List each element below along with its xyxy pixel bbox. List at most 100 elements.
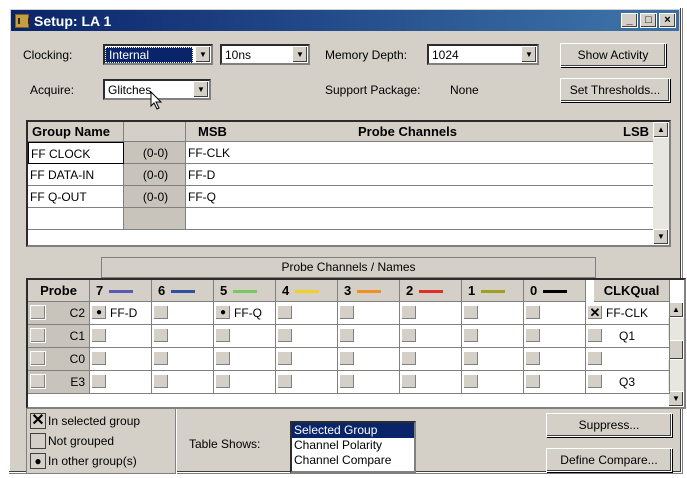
dot-icon[interactable]: ● (215, 305, 231, 320)
channel-cell[interactable] (214, 325, 276, 348)
channel-cell[interactable] (152, 371, 214, 394)
channel-cell[interactable] (276, 325, 338, 348)
group-name-cell[interactable]: FF CLOCK (28, 142, 124, 164)
list-item[interactable]: Channel Compare (292, 453, 414, 468)
group-channels-cell[interactable]: FF-D (186, 164, 655, 186)
channel-checkbox[interactable] (153, 351, 169, 366)
channel-cell[interactable] (214, 348, 276, 371)
channel-cell[interactable] (214, 371, 276, 394)
channel-checkbox[interactable] (401, 374, 417, 389)
channel-cell[interactable] (276, 371, 338, 394)
clkqual-cell[interactable]: Q3 (586, 371, 670, 394)
group-channels-cell[interactable] (186, 208, 655, 230)
chevron-down-icon[interactable]: ▼ (521, 46, 537, 63)
dot-icon[interactable]: ● (91, 305, 107, 320)
channel-cell[interactable] (462, 371, 524, 394)
scroll-thumb[interactable] (668, 340, 684, 360)
channel-checkbox[interactable] (277, 374, 293, 389)
channel-checkbox[interactable] (215, 374, 231, 389)
minimize-button[interactable]: _ (621, 13, 638, 28)
group-channels-cell[interactable]: FF-CLK (186, 142, 655, 164)
probe-checkbox[interactable] (30, 374, 46, 389)
define-compare-button[interactable]: Define Compare... (546, 448, 672, 472)
group-channels-cell[interactable]: FF-Q (186, 186, 655, 208)
chevron-down-icon[interactable]: ▼ (292, 46, 308, 63)
channel-cell[interactable] (276, 302, 338, 325)
channel-checkbox[interactable] (525, 305, 541, 320)
set-thresholds-button[interactable]: Set Thresholds... (560, 78, 670, 102)
channel-checkbox[interactable] (463, 374, 479, 389)
chevron-down-icon[interactable]: ▼ (193, 81, 209, 98)
channel-cell[interactable]: ● FF-D (90, 302, 152, 325)
channel-checkbox[interactable] (525, 374, 541, 389)
channel-checkbox[interactable] (401, 328, 417, 343)
clkqual-checkbox[interactable] (587, 374, 603, 389)
group-table-scrollbar[interactable]: ▲ ▼ (653, 122, 669, 245)
channel-checkbox[interactable] (277, 351, 293, 366)
clocking-select[interactable]: Internal ▼ (103, 44, 213, 65)
clkqual-cell[interactable]: ✕ FF-CLK (586, 302, 670, 325)
channel-checkbox[interactable] (401, 351, 417, 366)
channel-cell[interactable] (462, 302, 524, 325)
channel-checkbox[interactable] (153, 328, 169, 343)
channel-cell[interactable]: ● FF-Q (214, 302, 276, 325)
channel-checkbox[interactable] (215, 328, 231, 343)
channel-cell[interactable] (400, 325, 462, 348)
clkqual-checkbox[interactable] (587, 328, 603, 343)
maximize-button[interactable]: □ (640, 13, 657, 28)
probe-checkbox[interactable] (30, 351, 46, 366)
channel-checkbox[interactable] (339, 305, 355, 320)
clkqual-cell[interactable]: Q1 (586, 325, 670, 348)
channel-checkbox[interactable] (153, 305, 169, 320)
channel-cell[interactable] (524, 348, 586, 371)
channel-checkbox[interactable] (91, 374, 107, 389)
period-select[interactable]: 10ns ▼ (220, 44, 310, 65)
scroll-up-icon[interactable]: ▲ (668, 302, 684, 318)
channel-checkbox[interactable] (91, 328, 107, 343)
probe-checkbox[interactable] (30, 305, 46, 320)
chevron-down-icon[interactable]: ▼ (195, 46, 211, 63)
channel-checkbox[interactable] (153, 374, 169, 389)
memory-depth-select[interactable]: 1024 ▼ (427, 44, 539, 65)
channel-cell[interactable] (524, 325, 586, 348)
channel-cell[interactable] (462, 348, 524, 371)
channel-cell[interactable] (462, 325, 524, 348)
clkqual-checkbox[interactable] (587, 351, 603, 366)
channel-cell[interactable] (152, 302, 214, 325)
clkqual-cell[interactable] (586, 348, 670, 371)
channel-cell[interactable] (90, 348, 152, 371)
channel-cell[interactable] (338, 348, 400, 371)
channel-cell[interactable] (400, 302, 462, 325)
group-name-cell[interactable] (28, 208, 124, 230)
table-shows-list[interactable]: Selected Group Channel Polarity Channel … (290, 421, 416, 473)
group-name-cell[interactable]: FF Q-OUT (28, 186, 124, 208)
channel-cell[interactable] (152, 325, 214, 348)
channel-checkbox[interactable] (401, 305, 417, 320)
title-bar[interactable]: Setup: LA 1 _ □ × (11, 10, 679, 31)
scroll-up-icon[interactable]: ▲ (653, 122, 669, 138)
channel-cell[interactable] (276, 348, 338, 371)
channel-checkbox[interactable] (525, 351, 541, 366)
channel-checkbox[interactable] (463, 351, 479, 366)
channel-cell[interactable] (338, 371, 400, 394)
channel-cell[interactable] (90, 371, 152, 394)
channel-cell[interactable] (400, 371, 462, 394)
channel-checkbox[interactable] (525, 328, 541, 343)
channel-checkbox[interactable] (215, 351, 231, 366)
channel-checkbox[interactable] (277, 305, 293, 320)
channel-checkbox[interactable] (339, 351, 355, 366)
probe-table-scrollbar[interactable]: ▲ ▼ (668, 302, 684, 407)
channel-cell[interactable] (90, 325, 152, 348)
scroll-down-icon[interactable]: ▼ (653, 229, 669, 245)
show-activity-button[interactable]: Show Activity (560, 43, 666, 67)
channel-cell[interactable] (338, 302, 400, 325)
probe-checkbox[interactable] (30, 328, 46, 343)
channel-cell[interactable] (400, 348, 462, 371)
channel-checkbox[interactable] (277, 328, 293, 343)
channel-checkbox[interactable] (339, 328, 355, 343)
channel-cell[interactable] (152, 348, 214, 371)
channel-checkbox[interactable] (91, 351, 107, 366)
channel-cell[interactable] (338, 325, 400, 348)
suppress-button[interactable]: Suppress... (546, 413, 672, 437)
close-button[interactable]: × (659, 13, 676, 28)
